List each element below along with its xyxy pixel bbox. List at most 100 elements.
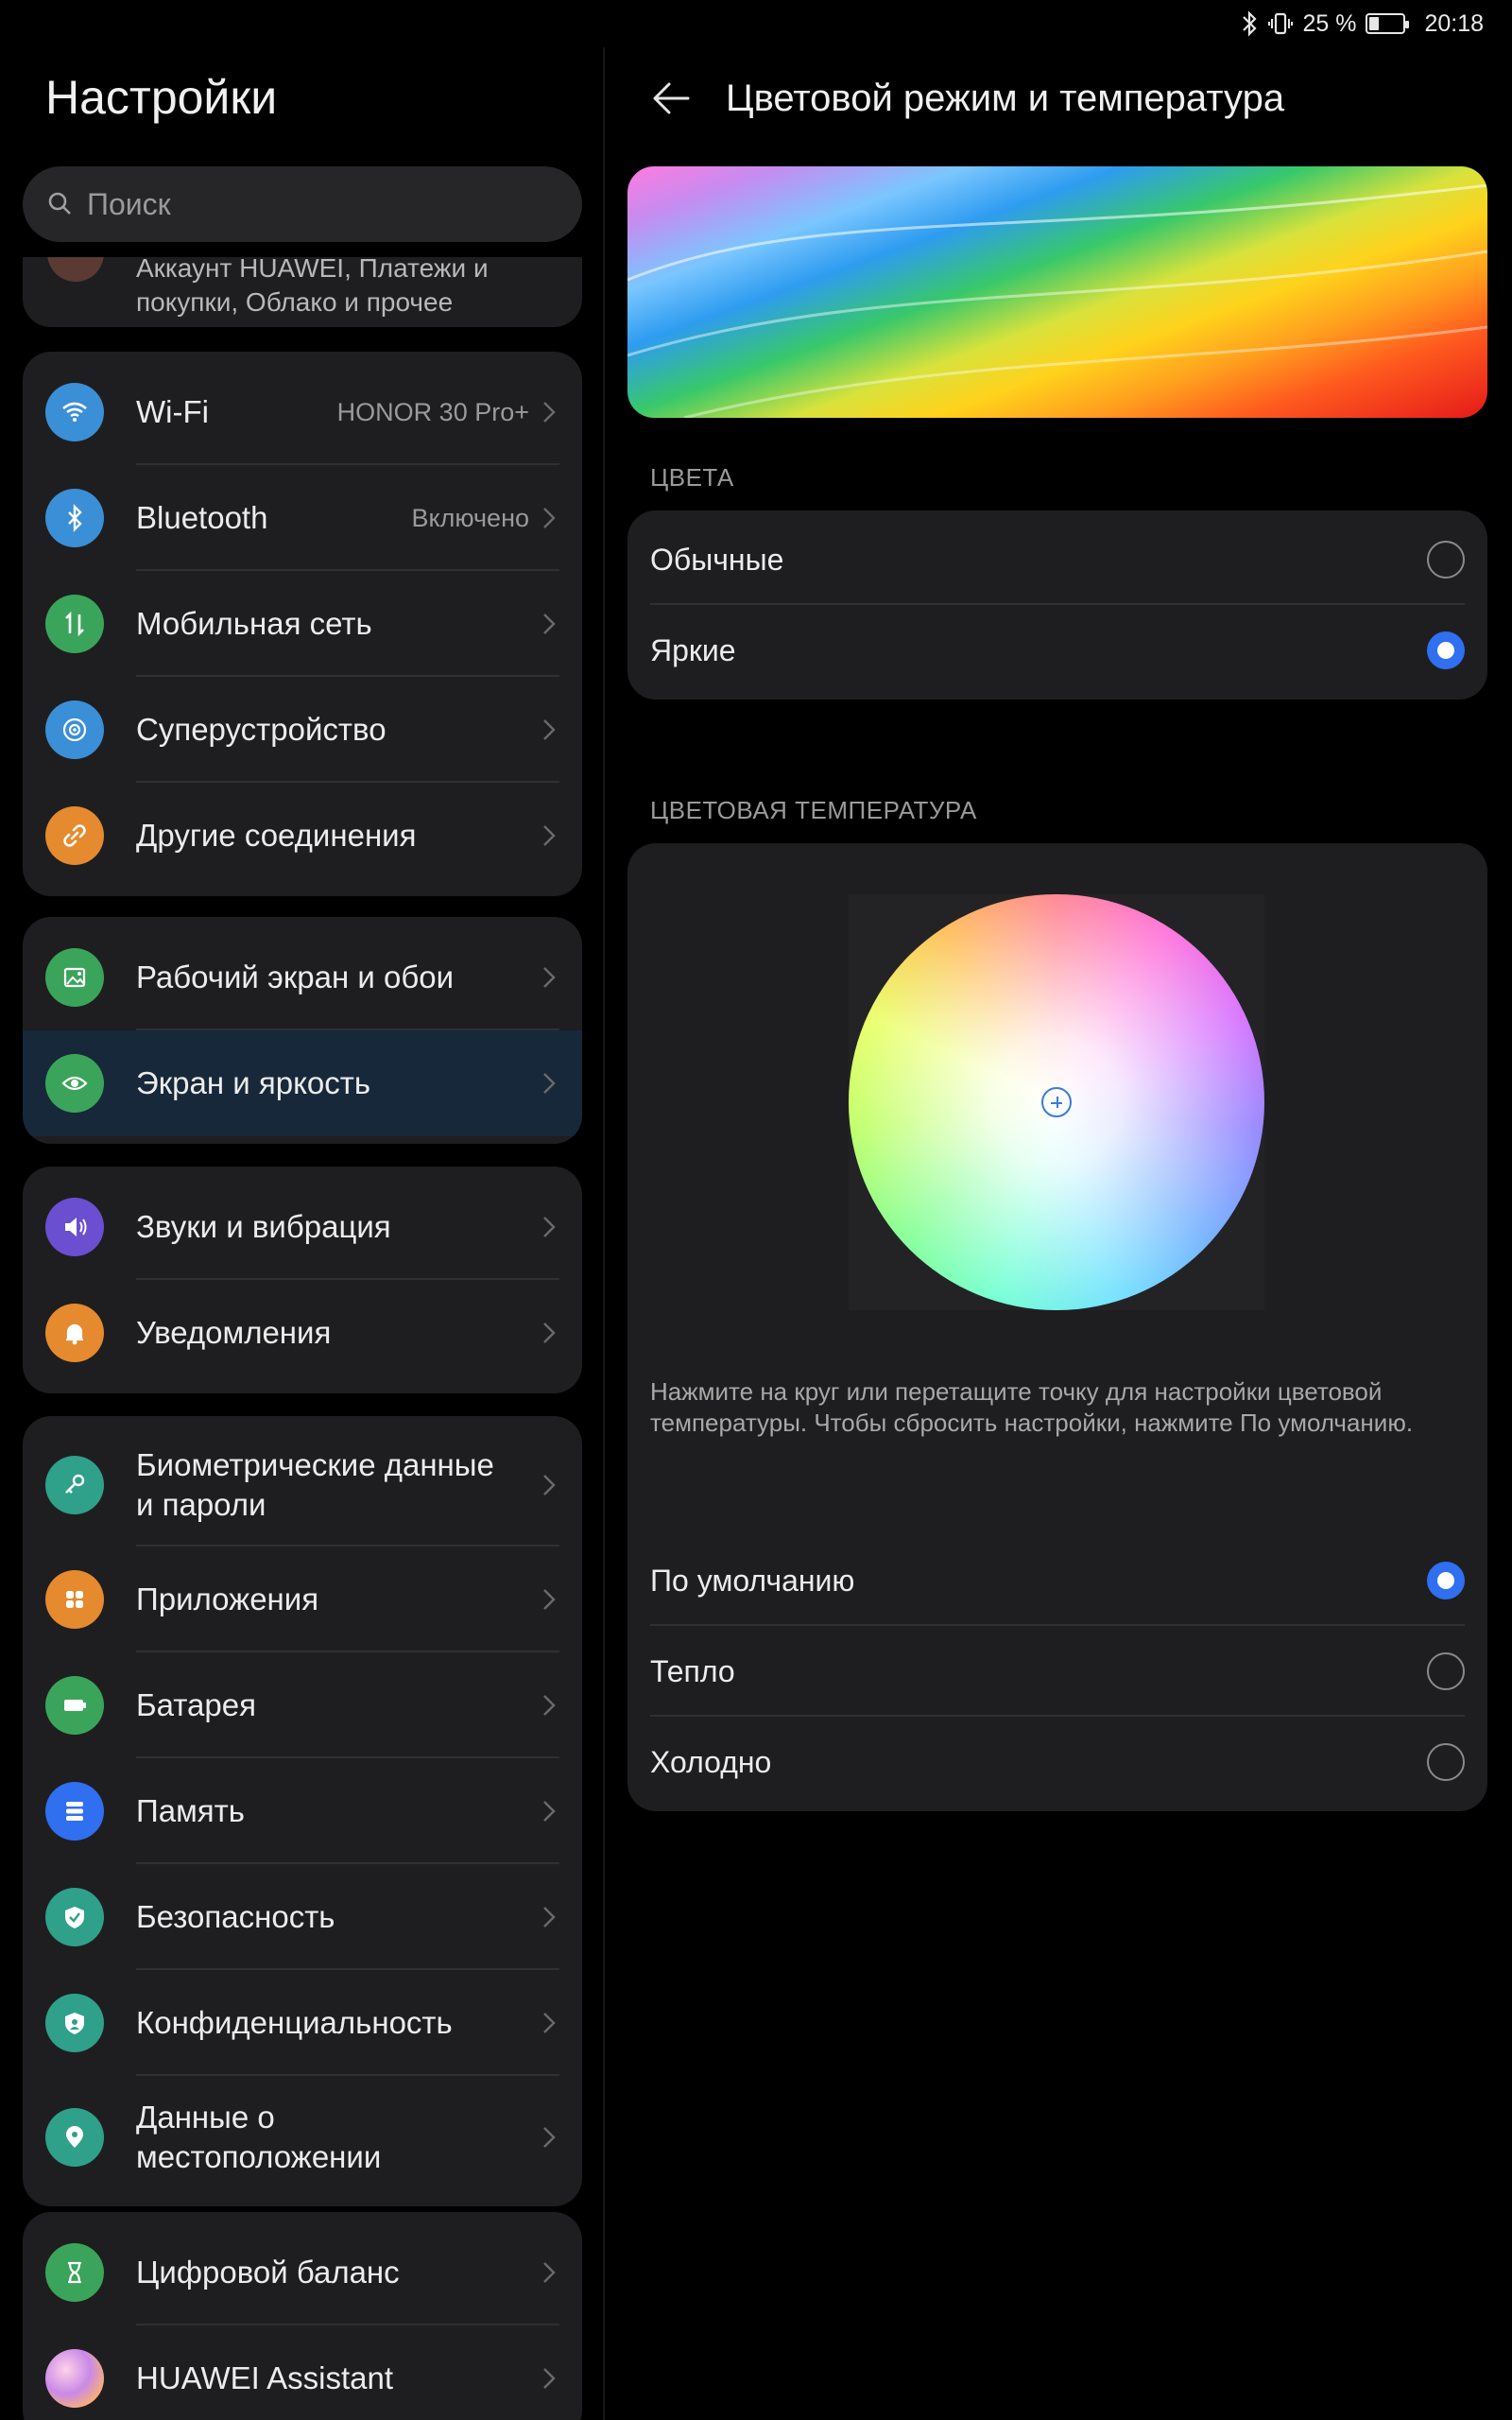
settings-item-8[interactable]: Уведомления: [23, 1280, 582, 1386]
account-item[interactable]: Аккаунт HUAWEI, Платежи и покупки, Облак…: [23, 257, 582, 327]
settings-group-5: Цифровой баланс HUAWEI Assistant: [23, 2212, 582, 2420]
wallpaper-icon: [45, 948, 104, 1007]
radio-button[interactable]: [1427, 1652, 1465, 1690]
chevron-right-icon: [543, 614, 556, 634]
color-mode-option-1[interactable]: Обычные: [627, 514, 1487, 605]
chevron-right-icon: [543, 1217, 556, 1237]
assistant-icon: [45, 2349, 104, 2408]
color-temperature-wheel[interactable]: [849, 894, 1264, 1310]
temperature-option-label: Тепло: [650, 1653, 735, 1688]
settings-item-4[interactable]: Другие соединения: [23, 783, 582, 889]
temperature-option-label: Холодно: [650, 1744, 772, 1779]
settings-item-label: Звуки и вибрация: [136, 1209, 391, 1244]
settings-item-6[interactable]: Экран и яркость: [23, 1030, 582, 1136]
settings-item-17[interactable]: HUAWEI Assistant: [23, 2325, 582, 2420]
settings-item-label: Суперустройство: [136, 712, 387, 747]
color-mode-option-label: Яркие: [650, 632, 736, 667]
super-device-icon: [45, 700, 104, 759]
settings-item-5[interactable]: Рабочий экран и обои: [23, 925, 582, 1030]
apps-icon: [45, 1570, 104, 1629]
chevron-right-icon: [543, 1322, 556, 1343]
location-icon: [45, 2108, 104, 2167]
shield-icon: [45, 1888, 104, 1946]
temperature-option-1[interactable]: По умолчанию: [627, 1535, 1487, 1626]
temperature-option-3[interactable]: Холодно: [627, 1717, 1487, 1807]
chevron-right-icon: [543, 825, 556, 846]
settings-item-2[interactable]: Мобильная сеть: [23, 571, 582, 677]
temperature-option-2[interactable]: Тепло: [627, 1626, 1487, 1717]
chevron-right-icon: [543, 1589, 556, 1610]
settings-item-10[interactable]: Приложения: [23, 1547, 582, 1652]
color-preview-image: [627, 166, 1487, 418]
settings-item-12[interactable]: Память: [23, 1758, 582, 1864]
settings-group-4: Биометрические данные и пароли Приложения…: [23, 1416, 582, 2206]
settings-item-label: Bluetooth: [136, 500, 268, 535]
eye-icon: [45, 1054, 104, 1113]
settings-item-label: Рабочий экран и обои: [136, 959, 455, 994]
settings-item-label: Другие соединения: [136, 818, 417, 853]
status-right: 25 % 20:18: [1240, 8, 1484, 40]
temperature-hint: Нажмите на круг или перетащите точку для…: [650, 1377, 1414, 1437]
settings-item-label: Данные о местоположении: [136, 2100, 382, 2174]
settings-list-panel: Настройки Поиск Аккаунт HUAWEI, Платежи …: [0, 0, 603, 2420]
detail-title: Цветовой режим и температура: [726, 78, 1285, 119]
bluetooth-status-icon: [1243, 10, 1258, 37]
settings-item-label: Цифровой баланс: [136, 2255, 400, 2290]
key-icon: [45, 1456, 104, 1514]
color-mode-option-label: Обычные: [650, 542, 784, 577]
settings-group-2: Рабочий экран и обои Экран и яркость: [23, 917, 582, 1144]
settings-item-16[interactable]: Цифровой баланс: [23, 2220, 582, 2325]
settings-item-label: Экран и яркость: [136, 1065, 371, 1100]
chevron-right-icon: [543, 1801, 556, 1822]
settings-item-3[interactable]: Суперустройство: [23, 677, 582, 783]
settings-group-3: Звуки и вибрация Уведомления: [23, 1167, 582, 1393]
wheel-handle[interactable]: [1041, 1087, 1072, 1117]
settings-item-9[interactable]: Биометрические данные и пароли: [23, 1424, 582, 1547]
search-placeholder: Поиск: [87, 186, 171, 221]
settings-item-label: Мобильная сеть: [136, 606, 372, 641]
settings-item-0[interactable]: Wi-Fi HONOR 30 Pro+: [23, 359, 582, 465]
hourglass-icon: [45, 2243, 104, 2302]
panel-divider: [603, 47, 605, 2420]
settings-item-label: Память: [136, 1793, 245, 1828]
chevron-right-icon: [543, 1073, 556, 1094]
clock: 20:18: [1424, 9, 1484, 37]
sound-icon: [45, 1198, 104, 1256]
privacy-icon: [45, 1994, 104, 2052]
settings-item-label: Приложения: [136, 1582, 319, 1616]
settings-item-value: Включено: [411, 503, 529, 532]
chevron-right-icon: [543, 719, 556, 740]
page-title: Настройки: [45, 71, 278, 124]
settings-item-14[interactable]: Конфиденциальность: [23, 1970, 582, 2076]
battery-percent: 25 %: [1302, 9, 1357, 37]
radio-button[interactable]: [1427, 541, 1465, 579]
radio-button[interactable]: [1427, 1562, 1465, 1599]
radio-button[interactable]: [1427, 1743, 1465, 1781]
settings-item-15[interactable]: Данные о местоположении: [23, 2076, 582, 2199]
color-mode-option-2[interactable]: Яркие: [627, 605, 1487, 696]
search-icon: [48, 192, 71, 215]
settings-item-1[interactable]: Bluetooth Включено: [23, 465, 582, 571]
chevron-right-icon: [543, 1475, 556, 1495]
settings-group-1: Wi-Fi HONOR 30 Pro+ Bluetooth Включено Мобил…: [23, 352, 582, 896]
settings-item-7[interactable]: Звуки и вибрация: [23, 1174, 582, 1280]
chevron-right-icon: [543, 2368, 556, 2389]
radio-button[interactable]: [1427, 631, 1465, 669]
temperature-option-label: По умолчанию: [650, 1563, 855, 1598]
storage-icon: [45, 1782, 104, 1841]
chevron-right-icon: [543, 402, 556, 423]
settings-item-label: Батарея: [136, 1687, 256, 1722]
colors-card: Обычные Яркие: [627, 510, 1487, 700]
chevron-right-icon: [543, 967, 556, 988]
battery-icon: [45, 1676, 104, 1735]
settings-item-11[interactable]: Батарея: [23, 1652, 582, 1758]
settings-item-13[interactable]: Безопасность: [23, 1864, 582, 1970]
link-icon: [45, 806, 104, 865]
account-text: Аккаунт HUAWEI, Платежи и покупки, Облак…: [136, 257, 489, 317]
search-input[interactable]: Поиск: [23, 166, 582, 242]
wifi-icon: [45, 383, 104, 441]
chevron-right-icon: [543, 2013, 556, 2033]
back-arrow-icon[interactable]: [650, 79, 692, 117]
settings-item-label: Конфиденциальность: [136, 2005, 453, 2040]
colors-section-label: ЦВЕТА: [650, 463, 734, 492]
